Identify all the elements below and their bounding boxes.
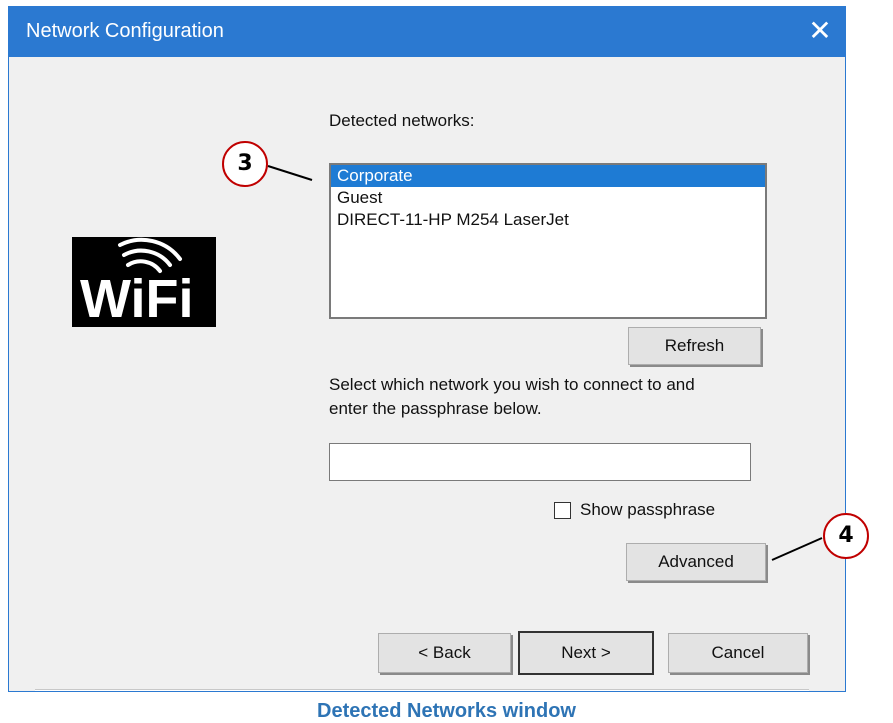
callout-lines: [267, 165, 823, 561]
callout-3: 3: [222, 141, 268, 187]
figure-caption: Detected Networks window: [317, 700, 576, 722]
callout-4: 4: [823, 513, 869, 559]
